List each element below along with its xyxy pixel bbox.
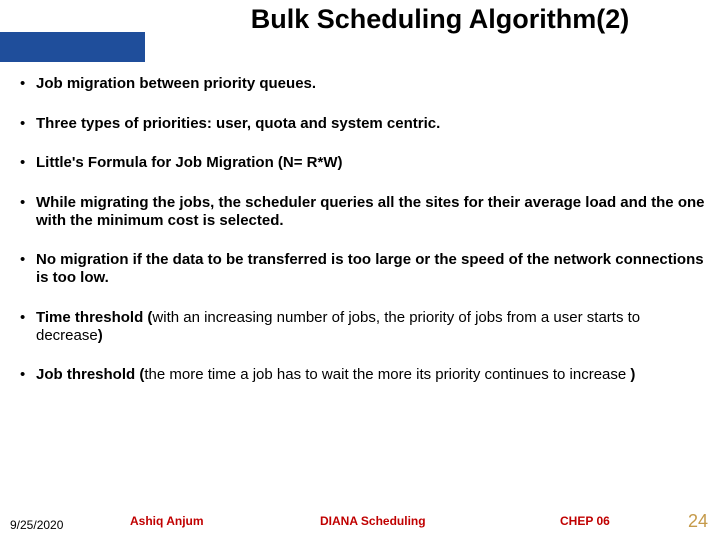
bullet-item: Little's Formula for Job Migration (N= R… bbox=[18, 154, 708, 172]
bullet-text: Job migration between priority queues. bbox=[36, 75, 316, 92]
bullet-item: While migrating the jobs, the scheduler … bbox=[18, 194, 708, 229]
footer-author: Ashiq Anjum bbox=[130, 514, 204, 528]
footer-page-number: 24 bbox=[688, 511, 708, 532]
bullet-list: Job migration between priority queues. T… bbox=[18, 75, 708, 384]
bullet-item: Time threshold (with an increasing numbe… bbox=[18, 309, 708, 344]
bullet-text: No migration if the data to be transferr… bbox=[36, 251, 704, 286]
slide-title: Bulk Scheduling Algorithm(2) bbox=[0, 4, 720, 35]
bullet-item: Job threshold (the more time a job has t… bbox=[18, 366, 708, 384]
bullet-text-end: ) bbox=[98, 327, 103, 344]
footer-project: DIANA Scheduling bbox=[320, 514, 426, 528]
bullet-item: Three types of priorities: user, quota a… bbox=[18, 115, 708, 133]
bullet-text-end: ) bbox=[630, 366, 635, 383]
bullet-item: No migration if the data to be transferr… bbox=[18, 251, 708, 286]
bullet-text: While migrating the jobs, the scheduler … bbox=[36, 194, 704, 229]
footer-date: 9/25/2020 bbox=[10, 518, 63, 532]
bullet-text-lead: Time threshold ( bbox=[36, 309, 152, 326]
title-bar: Bulk Scheduling Algorithm(2) bbox=[0, 0, 720, 62]
bullet-text: Three types of priorities: user, quota a… bbox=[36, 115, 440, 132]
title-decor-rect bbox=[0, 32, 145, 62]
bullet-item: Job migration between priority queues. bbox=[18, 75, 708, 93]
slide-footer: 9/25/2020 Ashiq Anjum DIANA Scheduling C… bbox=[0, 512, 720, 534]
footer-conference: CHEP 06 bbox=[560, 514, 610, 528]
bullet-text-lead: Job threshold ( bbox=[36, 366, 144, 383]
bullet-text-paren: the more time a job has to wait the more… bbox=[144, 366, 630, 383]
slide-content: Job migration between priority queues. T… bbox=[18, 75, 708, 502]
bullet-text: Little's Formula for Job Migration (N= R… bbox=[36, 154, 342, 171]
